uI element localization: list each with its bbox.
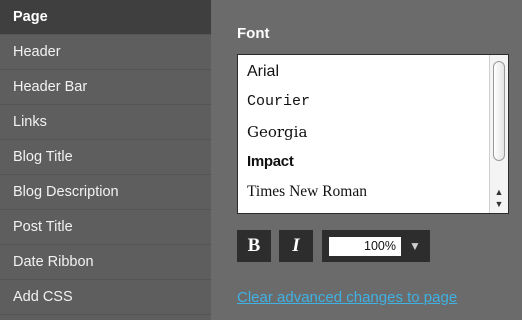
- sidebar: Page Header Header Bar Links Blog Title …: [0, 0, 211, 320]
- font-option-courier[interactable]: Courier: [238, 87, 508, 117]
- italic-button[interactable]: I: [279, 230, 313, 262]
- font-settings-panel: Font Arial Courier Georgia Impact Times …: [211, 0, 522, 320]
- sidebar-item-links[interactable]: Links: [0, 105, 211, 140]
- bold-button[interactable]: B: [237, 230, 271, 262]
- font-list[interactable]: Arial Courier Georgia Impact Times New R…: [237, 54, 509, 214]
- font-option-times-new-roman[interactable]: Times New Roman: [238, 177, 508, 207]
- font-option-impact[interactable]: Impact: [238, 147, 508, 177]
- font-option-georgia[interactable]: Georgia: [238, 117, 508, 147]
- sidebar-item-post-title[interactable]: Post Title: [0, 210, 211, 245]
- font-size-value[interactable]: 100%: [329, 237, 401, 256]
- font-size-select[interactable]: 100% ▼: [322, 230, 430, 262]
- font-heading: Font: [237, 25, 270, 42]
- sidebar-item-header-bar[interactable]: Header Bar: [0, 70, 211, 105]
- font-list-scrollbar[interactable]: ▲ ▼: [489, 55, 508, 213]
- chevron-down-icon[interactable]: ▼: [409, 239, 421, 253]
- sidebar-item-header[interactable]: Header: [0, 35, 211, 70]
- chevron-up-icon[interactable]: ▲: [492, 187, 506, 198]
- scrollbar-thumb[interactable]: [493, 61, 505, 161]
- sidebar-item-page[interactable]: Page: [0, 0, 211, 35]
- chevron-down-icon[interactable]: ▼: [492, 199, 506, 210]
- sidebar-item-blog-title[interactable]: Blog Title: [0, 140, 211, 175]
- font-option-arial[interactable]: Arial: [238, 57, 508, 87]
- sidebar-item-blog-description[interactable]: Blog Description: [0, 175, 211, 210]
- clear-advanced-changes-link[interactable]: Clear advanced changes to page: [237, 289, 457, 306]
- sidebar-item-date-ribbon[interactable]: Date Ribbon: [0, 245, 211, 280]
- sidebar-item-add-css[interactable]: Add CSS: [0, 280, 211, 315]
